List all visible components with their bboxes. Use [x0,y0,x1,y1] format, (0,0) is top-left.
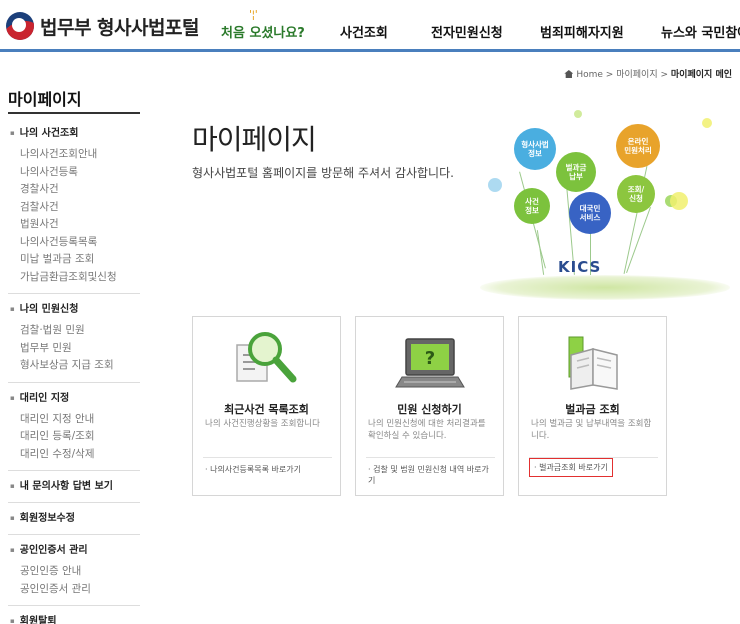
nav-first-visit[interactable]: 처음 오셨나요? [221,22,305,41]
bubble-inquiry-apply: 조회/ 신청 [617,175,655,213]
sidebar: 나의 사건조회 나의사건조회안내 나의사건등록 경찰사건 검찰사건 법원사건 나… [8,118,140,624]
card-recent-case[interactable]: 최근사건 목록조회 나의 사건진행상황을 조회합니다 · 나의사건등록목록 바로… [192,316,341,496]
sidebar-item[interactable]: 공인인증서 관리 [8,581,140,599]
sidebar-group-inquiry: 내 문의사항 답변 보기 [8,471,140,503]
sidebar-group-title[interactable]: 내 문의사항 답변 보기 [8,478,140,495]
site-logo[interactable]: 법무부 형사사법포털 [6,12,199,40]
sidebar-group-title[interactable]: 회원정보수정 [8,510,140,527]
svg-text:?: ? [425,348,435,369]
sidebar-group-title[interactable]: 회원탈퇴 [8,613,140,624]
sidebar-group-agent: 대리인 지정 대리인 지정 안내 대리인 등록/조회 대리인 수정/삭제 [8,383,140,471]
sidebar-item[interactable]: 공인인증 안내 [8,563,140,581]
bubble-online-petition: 온라인 민원처리 [616,124,660,168]
breadcrumb-sep: > [660,70,669,80]
sidebar-item[interactable]: 대리인 등록/조회 [8,428,140,446]
kics-logo: KICS [558,258,602,276]
bubble-stem [536,230,545,275]
sidebar-divider [8,112,140,114]
page-subtitle: 형사사법포털 홈페이지를 방문해 주셔서 감사합니다. [192,166,454,180]
sidebar-item[interactable]: 나의사건등록 [8,164,140,182]
nav-victim-support[interactable]: 범죄피해자지원 [540,22,624,41]
bubble-fine-payment: 벌과금 납부 [556,152,596,192]
sidebar-item[interactable]: 나의사건조회안내 [8,146,140,164]
taegeuk-logo-icon [6,12,34,40]
sidebar-item[interactable]: 법무부 민원 [8,340,140,358]
card-fine[interactable]: 벌과금 조회 나의 벌과금 및 납부내역을 조회합니다. · 벌과금조회 바로가… [518,316,667,496]
card-title: 최근사건 목록조회 [224,403,309,416]
sidebar-item[interactable]: 형사보상금 지급 조회 [8,357,140,375]
card-link[interactable]: · 검찰 및 법원 민원신청 내역 바로가기 [368,464,496,486]
logo-text: 법무부 형사사법포털 [40,16,199,39]
sidebar-group-title[interactable]: 공인인증서 관리 [8,542,140,559]
magnifier-document-icon [193,327,340,397]
breadcrumb-current: 마이페이지 메인 [670,70,732,80]
decor-dot [670,192,688,210]
sidebar-item[interactable]: 미납 벌과금 조회 [8,251,140,269]
sidebar-group-withdraw: 회원탈퇴 [8,606,140,624]
card-description: 나의 민원신청에 대한 처리결과를 확인하실 수 있습니다. [368,419,486,441]
bubble-public-service: 대국민 서비스 [569,192,611,234]
sidebar-title: 마이페이지 [8,90,82,109]
sidebar-item[interactable]: 대리인 수정/삭제 [8,446,140,464]
sidebar-group-title[interactable]: 나의 사건조회 [8,125,140,142]
open-book-icon [519,327,666,397]
sidebar-group-member-edit: 회원정보수정 [8,503,140,535]
card-divider [366,457,495,458]
card-description: 나의 사건진행상황을 조회합니다 [205,419,320,429]
card-description: 나의 벌과금 및 납부내역을 조회합니다. [531,419,652,441]
card-petition[interactable]: ? 민원 신청하기 나의 민원신청에 대한 처리결과를 확인하실 수 있습니다.… [355,316,504,496]
sidebar-group-my-petition: 나의 민원신청 검찰·법원 민원 법무부 민원 형사보상금 지급 조회 [8,294,140,383]
sidebar-group-title[interactable]: 나의 민원신청 [8,301,140,318]
decor-dot [488,178,502,192]
sidebar-item[interactable]: 대리인 지정 안내 [8,411,140,429]
sidebar-item[interactable]: 가납금환급조회및신청 [8,269,140,287]
home-icon [564,70,574,78]
card-title: 민원 신청하기 [397,403,462,416]
page-title: 마이페이지 [192,123,317,156]
kics-illustration: 형사사법 정보 온라인 민원처리 벌과금 납부 조회/ 신청 사건 정보 대국민… [470,90,740,315]
sidebar-item[interactable]: 나의사건등록목록 [8,234,140,252]
sidebar-item[interactable]: 법원사건 [8,216,140,234]
site-header: 법무부 형사사법포털 ' ¦ ' 처음 오셨나요? 사건조회 전자민원신청 범죄… [0,0,740,52]
sidebar-item[interactable]: 검찰·법원 민원 [8,322,140,340]
card-link[interactable]: · 나의사건등록목록 바로가기 [205,464,333,475]
breadcrumb-home[interactable]: Home [576,70,603,80]
breadcrumb-sep: > [605,70,614,80]
bubble-case-info: 사건 정보 [514,188,550,224]
nav-news-participation[interactable]: 뉴스와 국민참여 [661,22,740,41]
sidebar-group-title[interactable]: 대리인 지정 [8,390,140,407]
nav-e-civil-petition[interactable]: 전자민원신청 [431,22,503,41]
sparkle-icon: ' ¦ ' [249,8,258,21]
nav-case-search[interactable]: 사건조회 [340,22,388,41]
breadcrumb: Home > 마이페이지 > 마이페이지 메인 [564,67,732,80]
computer-question-icon: ? [356,327,503,397]
sidebar-item[interactable]: 검찰사건 [8,199,140,217]
sidebar-item[interactable]: 경찰사건 [8,181,140,199]
card-title: 벌과금 조회 [565,403,620,416]
breadcrumb-mypage[interactable]: 마이페이지 [616,70,657,80]
decor-dot [702,118,712,128]
card-divider [203,457,332,458]
sidebar-group-my-case: 나의 사건조회 나의사건조회안내 나의사건등록 경찰사건 검찰사건 법원사건 나… [8,118,140,294]
sidebar-group-certificate: 공인인증서 관리 공인인증 안내 공인인증서 관리 [8,535,140,606]
card-link[interactable]: · 벌과금조회 바로가기 [529,458,613,477]
grass-decoration [480,275,730,300]
decor-dot [574,110,582,118]
bubble-criminal-info: 형사사법 정보 [514,128,556,170]
